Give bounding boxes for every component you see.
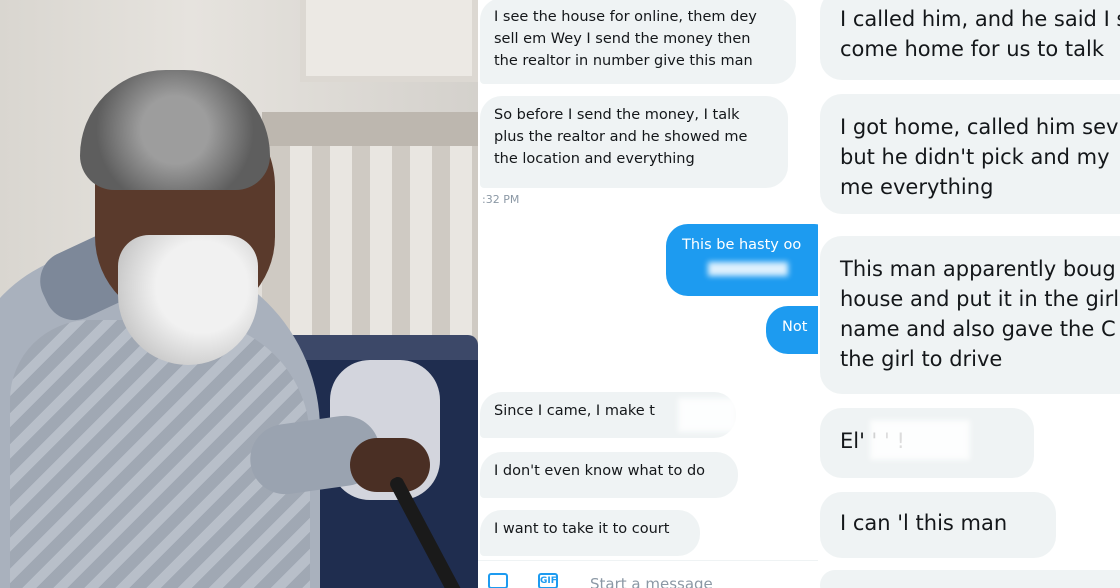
message-line: the realtor in number give this man — [494, 53, 753, 69]
message-bubble: This man apparently boug house and put i… — [820, 236, 1120, 394]
message-bubble: I called him, and he said I s come home … — [820, 0, 1120, 80]
sent-message-text: This be hasty oo — [682, 237, 802, 253]
message-text: I can 'l this man — [840, 511, 1008, 535]
message-line: me everything — [840, 175, 994, 199]
message-line: This man apparently boug — [840, 257, 1116, 281]
message-bubble: I can 'l this man — [820, 492, 1056, 558]
headboard-slat — [290, 146, 312, 352]
headboard-rail — [262, 112, 478, 146]
wall-picture-frame — [300, 0, 478, 82]
message-text: I want to take it to court — [494, 521, 670, 537]
message-line: come home for us to talk — [840, 37, 1104, 61]
message-line: the girl to drive — [840, 347, 1003, 371]
message-bubble: I see the house for online, them dey sel… — [480, 0, 796, 84]
message-line: I called him, and he said I s — [840, 7, 1120, 31]
message-bubble-partial — [820, 570, 1120, 588]
message-input[interactable]: Start a message — [590, 575, 713, 588]
message-line: house and put it in the girl — [840, 287, 1120, 311]
redaction-blur — [708, 262, 788, 276]
message-timestamp: :32 PM — [482, 193, 520, 206]
image-icon[interactable] — [488, 573, 508, 588]
message-bubble: I don't even know what to do — [480, 452, 738, 498]
photo-elderly-man — [0, 0, 478, 588]
message-line: plus the realtor and he showed me — [494, 129, 748, 145]
message-line: but he didn't pick and my — [840, 145, 1110, 169]
message-line: So before I send the money, I talk — [494, 107, 740, 123]
redaction-blur — [678, 398, 738, 432]
headboard-slat — [330, 146, 352, 352]
message-bubble: I got home, called him sev but he didn't… — [820, 94, 1120, 214]
chat-screenshot-1: I see the house for online, them dey sel… — [478, 0, 818, 588]
message-line: sell em Wey I send the money then — [494, 31, 751, 47]
headboard-slat — [410, 146, 432, 352]
message-text: I don't even know what to do — [494, 463, 706, 479]
sent-message-bubble: Not — [766, 306, 818, 354]
message-bubble: I want to take it to court — [480, 510, 700, 556]
message-line: I see the house for online, them dey — [494, 9, 757, 25]
message-line: the location and everything — [494, 151, 695, 167]
headboard-slat — [450, 146, 472, 352]
message-bubble: So before I send the money, I talk plus … — [480, 96, 788, 188]
message-line: I got home, called him sev — [840, 115, 1119, 139]
message-line: name and also gave the C — [840, 317, 1116, 341]
headboard-slat — [370, 146, 392, 352]
gif-icon[interactable]: GIF — [538, 573, 558, 588]
sent-message-bubble: This be hasty oo — [666, 224, 818, 296]
message-composer: GIF Start a message — [478, 560, 818, 588]
man-hair — [80, 70, 270, 190]
sent-message-text: Not — [782, 319, 808, 335]
chat-screenshot-2: I called him, and he said I s come home … — [818, 0, 1120, 588]
redaction-blur — [870, 420, 970, 460]
